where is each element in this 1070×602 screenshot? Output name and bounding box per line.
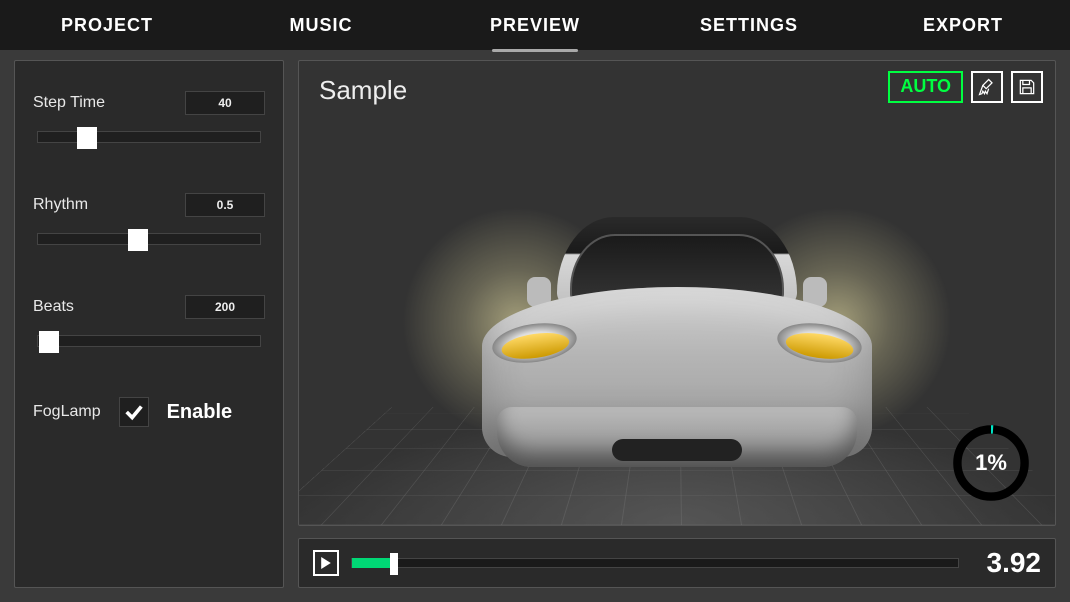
rhythm-control: Rhythm 0.5: [33, 193, 265, 245]
step-time-value[interactable]: 40: [185, 91, 265, 115]
rhythm-thumb[interactable]: [128, 229, 148, 251]
foglamp-label: FogLamp: [33, 403, 101, 421]
sidebar-panel: Step Time 40 Rhythm 0.5 Beats 200: [14, 60, 284, 588]
rhythm-value[interactable]: 0.5: [185, 193, 265, 217]
preview-scene[interactable]: [299, 61, 1055, 525]
clear-button[interactable]: [971, 71, 1003, 103]
progress-ring: 1%: [949, 421, 1033, 505]
car-grille: [612, 439, 742, 461]
step-time-control: Step Time 40: [33, 91, 265, 143]
step-time-label: Step Time: [33, 94, 105, 112]
beats-label: Beats: [33, 298, 74, 316]
timeline-fill: [352, 558, 394, 568]
tab-music[interactable]: MUSIC: [214, 0, 428, 50]
main-area: Step Time 40 Rhythm 0.5 Beats 200: [0, 50, 1070, 602]
timeline-thumb[interactable]: [390, 553, 398, 575]
top-nav: PROJECT MUSIC PREVIEW SETTINGS EXPORT: [0, 0, 1070, 50]
beats-control: Beats 200: [33, 295, 265, 347]
play-button[interactable]: [313, 550, 339, 576]
broom-icon: [977, 77, 997, 97]
rhythm-slider[interactable]: [37, 233, 261, 245]
play-icon: [320, 557, 332, 569]
beats-slider[interactable]: [37, 335, 261, 347]
step-time-slider[interactable]: [37, 131, 261, 143]
preview-top-controls: AUTO: [888, 71, 1043, 103]
progress-percent-text: 1%: [949, 421, 1033, 505]
foglamp-enable-label: Enable: [167, 401, 233, 424]
timeline-panel: 3.92: [298, 538, 1056, 588]
tab-export[interactable]: EXPORT: [856, 0, 1070, 50]
check-icon: [123, 401, 145, 423]
foglamp-checkbox[interactable]: [119, 397, 149, 427]
preview-panel: Sample AUTO: [298, 60, 1056, 526]
car-model: [462, 167, 892, 497]
step-time-thumb[interactable]: [77, 127, 97, 149]
timeline-track[interactable]: [351, 558, 959, 568]
tab-settings[interactable]: SETTINGS: [642, 0, 856, 50]
save-button[interactable]: [1011, 71, 1043, 103]
foglamp-control: FogLamp Enable: [33, 397, 265, 427]
time-readout: 3.92: [971, 547, 1041, 579]
beats-thumb[interactable]: [39, 331, 59, 353]
content-column: Sample AUTO: [298, 60, 1056, 588]
beats-value[interactable]: 200: [185, 295, 265, 319]
rhythm-label: Rhythm: [33, 196, 88, 214]
save-icon: [1017, 77, 1037, 97]
auto-button[interactable]: AUTO: [888, 71, 963, 103]
tab-project[interactable]: PROJECT: [0, 0, 214, 50]
preview-title: Sample: [319, 75, 407, 106]
tab-preview[interactable]: PREVIEW: [428, 0, 642, 50]
